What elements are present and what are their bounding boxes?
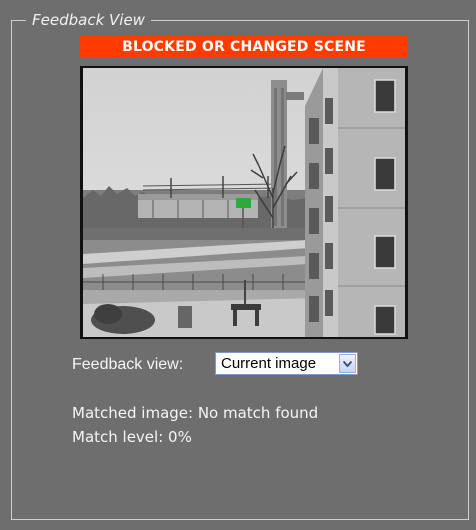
- feedback-view-select[interactable]: Current image: [215, 352, 358, 375]
- matched-image-status: Matched image: No match found: [72, 404, 319, 422]
- camera-scene-illustration: [83, 68, 405, 337]
- chevron-down-icon[interactable]: [339, 354, 356, 373]
- match-level-status: Match level: 0%: [72, 428, 192, 446]
- blocked-scene-alert: BLOCKED OR CHANGED SCENE: [80, 36, 408, 58]
- feedback-view-select-value: Current image: [221, 355, 317, 372]
- feedback-view-legend: Feedback View: [26, 11, 151, 29]
- camera-image: [80, 66, 408, 339]
- feedback-view-panel: Feedback View BLOCKED OR CHANGED SCENE F…: [0, 0, 476, 530]
- feedback-view-label: Feedback view:: [72, 356, 184, 373]
- chevron-down-glyph: [343, 361, 352, 367]
